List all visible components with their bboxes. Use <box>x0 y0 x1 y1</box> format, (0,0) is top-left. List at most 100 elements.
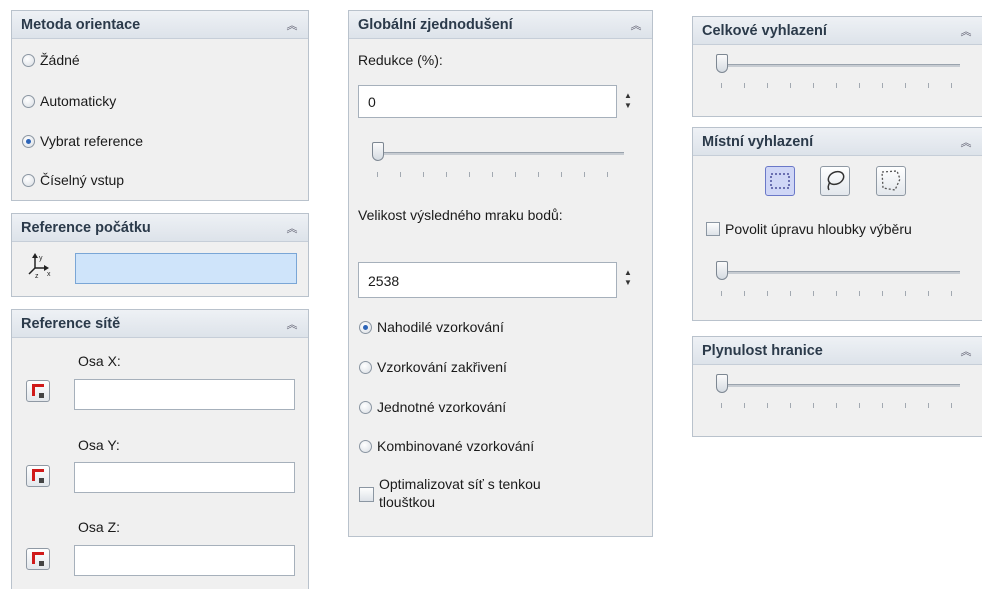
boundary-smoothness-slider-track[interactable] <box>720 384 960 387</box>
allow-depth-edit-label: Povolit úpravu hloubky výběru <box>725 221 912 237</box>
coordinate-axes-icon: y x z <box>28 253 51 278</box>
overall-smoothing-panel-header[interactable]: Celkové vyhlazení ︽ <box>693 17 982 45</box>
svg-text:z: z <box>35 273 39 278</box>
optimize-thin-mesh-label: Optimalizovat síť s tenkou tlouštkou <box>379 475 541 511</box>
radio-none[interactable]: Žádné <box>22 52 80 68</box>
orientation-panel-title: Metoda orientace <box>21 16 141 33</box>
radio-button-icon <box>22 173 35 187</box>
radio-button-icon <box>22 94 35 108</box>
radio-combined-sampling[interactable]: Kombinované vzorkování <box>359 438 534 454</box>
boundary-smoothness-panel: Plynulost hranice ︽ <box>692 336 982 437</box>
radio-combined-sampling-label: Kombinované vzorkování <box>377 438 535 454</box>
point-cloud-size-label: Velikost výsledného mraku bodů: <box>358 207 563 223</box>
checkbox-icon <box>706 222 720 236</box>
point-cloud-size-spinner[interactable]: ▲ ▼ <box>621 268 635 288</box>
overall-smoothing-slider-thumb[interactable] <box>716 54 728 73</box>
axis-x-field[interactable] <box>74 379 295 410</box>
radio-button-icon <box>359 400 372 414</box>
radio-random-sampling-label: Nahodilé vzorkování <box>377 319 504 335</box>
axis-y-field[interactable] <box>74 462 295 493</box>
local-smoothing-panel: Místní vyhlazení ︽ Povolit úpravu hloubk… <box>692 127 982 321</box>
radio-select-reference-label: Vybrat reference <box>40 133 143 149</box>
local-smoothing-slider-track[interactable] <box>720 271 960 274</box>
collapse-icon[interactable]: ︽ <box>282 220 302 236</box>
radio-curvature-sampling-label: Vzorkování zakřivení <box>377 359 507 375</box>
collapse-icon[interactable]: ︽ <box>282 17 302 33</box>
boundary-smoothness-panel-title: Plynulost hranice <box>702 342 823 359</box>
orientation-panel: Metoda orientace ︽ Žádné Automaticky Vyb… <box>11 10 309 201</box>
local-smoothing-slider-thumb[interactable] <box>716 261 728 280</box>
boundary-smoothness-slider-ticks <box>721 403 961 408</box>
overall-smoothing-panel-title: Celkové vyhlazení <box>702 22 827 39</box>
boundary-smoothness-panel-header[interactable]: Plynulost hranice ︽ <box>693 337 982 365</box>
box-select-icon <box>770 173 790 189</box>
arrow-tail <box>39 561 44 566</box>
origin-reference-panel: Reference počátku ︽ y x z <box>11 213 309 297</box>
axis-x-label: Osa X: <box>78 353 121 369</box>
radio-none-label: Žádné <box>40 52 80 68</box>
reduction-slider-thumb[interactable] <box>372 142 384 161</box>
global-simplification-panel: Globální zjednodušení ︽ Redukce (%): 0 ▲… <box>348 10 653 537</box>
radio-curvature-sampling[interactable]: Vzorkování zakřivení <box>359 359 507 375</box>
boundary-smoothness-slider-thumb[interactable] <box>716 374 728 393</box>
polygon-select-button[interactable] <box>876 166 906 196</box>
radio-button-selected-icon <box>22 134 35 148</box>
global-simplification-panel-header[interactable]: Globální zjednodušení ︽ <box>349 11 652 39</box>
collapse-icon[interactable]: ︽ <box>956 134 976 150</box>
lasso-select-icon <box>827 170 845 191</box>
radio-automatic[interactable]: Automaticky <box>22 93 116 109</box>
optimize-label-line1: Optimalizovat síť s tenkou <box>379 476 541 492</box>
collapse-icon[interactable]: ︽ <box>956 343 976 359</box>
axis-y-pick-button[interactable] <box>26 465 50 487</box>
overall-smoothing-panel: Celkové vyhlazení ︽ <box>692 16 982 117</box>
radio-random-sampling[interactable]: Nahodilé vzorkování <box>359 319 504 335</box>
box-select-button[interactable] <box>765 166 795 196</box>
radio-numeric-input[interactable]: Číselný vstup <box>22 172 124 188</box>
origin-reference-panel-header[interactable]: Reference počátku ︽ <box>12 214 308 242</box>
radio-automatic-label: Automaticky <box>40 93 117 109</box>
optimize-label-line2: tlouštkou <box>379 494 436 510</box>
arrow-tail <box>39 393 44 398</box>
axis-z-label: Osa Z: <box>78 519 121 535</box>
local-smoothing-slider-ticks <box>721 291 961 296</box>
lasso-select-button[interactable] <box>820 166 850 196</box>
collapse-icon[interactable]: ︽ <box>282 316 302 332</box>
svg-text:x: x <box>47 271 51 278</box>
optimize-thin-mesh-checkbox[interactable]: Optimalizovat síť s tenkou tlouštkou <box>359 475 541 511</box>
collapse-icon[interactable]: ︽ <box>626 17 646 33</box>
axis-y-label: Osa Y: <box>78 437 120 453</box>
local-smoothing-panel-header[interactable]: Místní vyhlazení ︽ <box>693 128 982 156</box>
radio-uniform-sampling[interactable]: Jednotné vzorkování <box>359 399 506 415</box>
origin-reference-panel-title: Reference počátku <box>21 219 151 236</box>
reduction-slider-track[interactable] <box>376 152 624 155</box>
radio-select-reference[interactable]: Vybrat reference <box>22 133 143 149</box>
polygon-select-icon <box>881 170 901 191</box>
point-cloud-size-field[interactable]: 2538 <box>358 262 617 298</box>
svg-text:y: y <box>39 255 43 262</box>
mesh-reference-panel-title: Reference sítě <box>21 315 121 332</box>
arrow-tail <box>39 478 44 483</box>
mesh-reference-panel: Reference sítě ︽ Osa X: Osa Y: Osa Z: <box>11 309 309 589</box>
radio-numeric-input-label: Číselný vstup <box>40 172 125 188</box>
allow-depth-edit-checkbox[interactable]: Povolit úpravu hloubky výběru <box>706 221 912 237</box>
axis-x-pick-button[interactable] <box>26 380 50 402</box>
orientation-panel-header[interactable]: Metoda orientace ︽ <box>12 11 308 39</box>
reduction-slider-ticks <box>377 172 623 177</box>
radio-uniform-sampling-label: Jednotné vzorkování <box>377 399 507 415</box>
point-cloud-size-value: 2538 <box>368 273 400 289</box>
overall-smoothing-slider-ticks <box>721 83 961 88</box>
global-simplification-panel-title: Globální zjednodušení <box>358 16 513 33</box>
overall-smoothing-slider-track[interactable] <box>720 64 960 67</box>
reduction-field[interactable]: 0 <box>358 85 617 118</box>
reduction-value: 0 <box>368 94 376 110</box>
collapse-icon[interactable]: ︽ <box>956 23 976 39</box>
radio-button-icon <box>359 439 372 453</box>
origin-reference-field[interactable] <box>75 253 297 284</box>
axis-z-pick-button[interactable] <box>26 548 50 570</box>
checkbox-icon <box>359 487 374 502</box>
mesh-reference-panel-header[interactable]: Reference sítě ︽ <box>12 310 308 338</box>
reduction-spinner[interactable]: ▲ ▼ <box>621 91 635 111</box>
radio-button-icon <box>359 360 372 374</box>
reduction-label: Redukce (%): <box>358 52 443 68</box>
axis-z-field[interactable] <box>74 545 295 576</box>
